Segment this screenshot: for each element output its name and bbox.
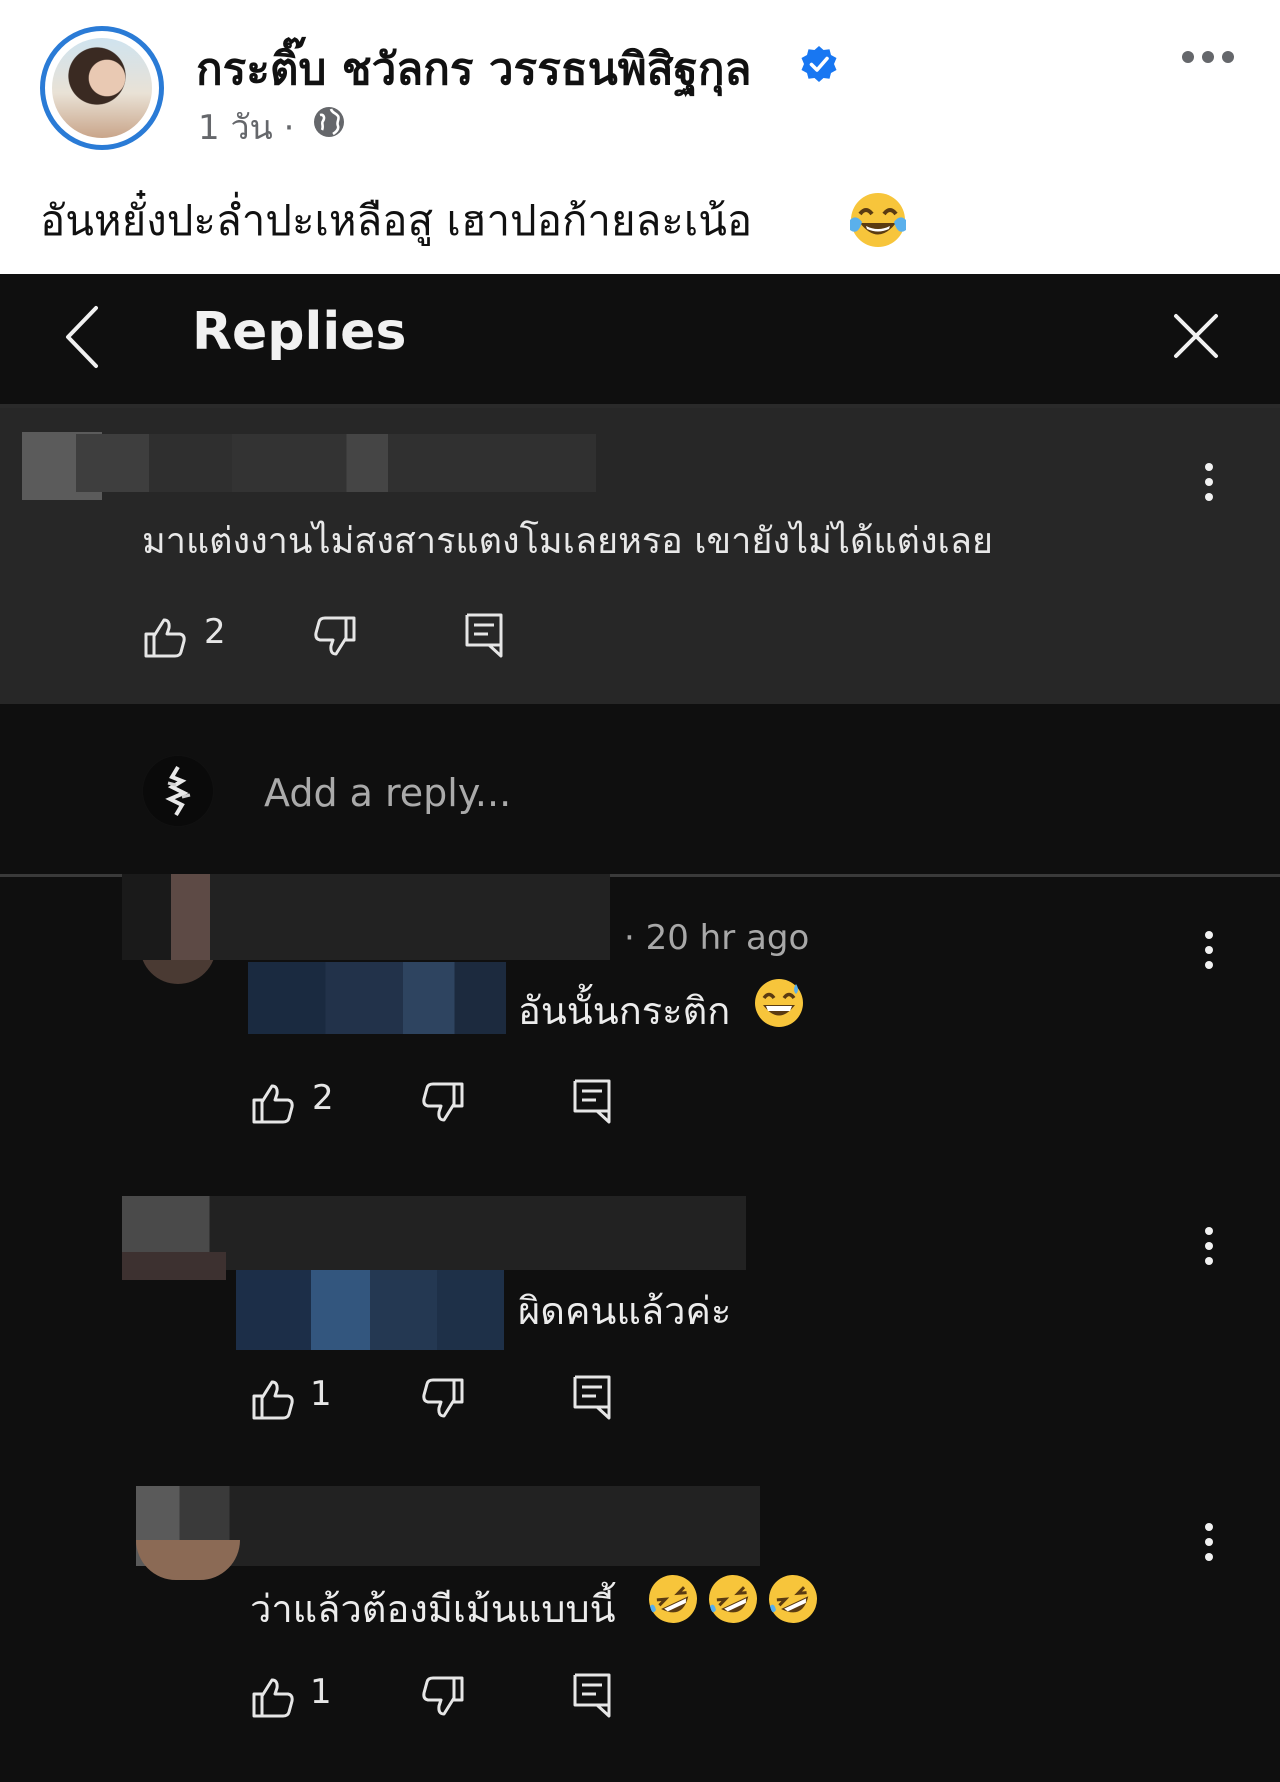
like-button[interactable]	[250, 1080, 296, 1126]
like-button[interactable]	[250, 1674, 296, 1720]
reply-avatar	[122, 1252, 226, 1280]
parent-comment-text: มาแต่งงานไม่สงสารแตงโมเลยหรอ เขายังไม่ได…	[142, 521, 993, 562]
like-button[interactable]	[142, 614, 188, 660]
censored-username	[122, 874, 610, 960]
globe-icon	[311, 104, 347, 140]
post-timestamp[interactable]: 1 วัน ·	[198, 100, 294, 154]
censored-username	[76, 434, 596, 492]
reply-timestamp: · 20 hr ago	[624, 918, 810, 958]
like-count: 1	[310, 1672, 332, 1712]
add-reply-input[interactable]	[264, 768, 864, 818]
parent-comment-menu-icon[interactable]	[1204, 462, 1214, 502]
dislike-button[interactable]	[420, 1080, 466, 1126]
verified-badge-icon	[800, 45, 838, 83]
post-more-options-icon[interactable]	[1180, 50, 1236, 64]
like-count: 1	[310, 1374, 332, 1414]
reply-comment-button[interactable]	[572, 1374, 612, 1420]
like-count: 2	[204, 612, 226, 652]
dislike-button[interactable]	[420, 1376, 466, 1422]
reply-menu-icon[interactable]	[1204, 1522, 1214, 1562]
censored-mention	[236, 1270, 504, 1350]
rolling-on-floor-laughing-icon	[646, 1572, 700, 1626]
rolling-on-floor-laughing-icon	[706, 1572, 760, 1626]
reply-menu-icon[interactable]	[1204, 1226, 1214, 1266]
face-with-tears-of-joy-icon	[846, 190, 910, 250]
reply-text: ว่าแล้วต้องมีเม้นแบบนี้	[250, 1587, 616, 1631]
replies-title: Replies	[192, 302, 407, 362]
reply-comment-button[interactable]	[572, 1672, 612, 1718]
reply-menu-icon[interactable]	[1204, 930, 1214, 970]
grinning-sweat-icon	[752, 976, 806, 1030]
like-button[interactable]	[250, 1376, 296, 1422]
my-avatar	[142, 755, 214, 827]
poster-avatar[interactable]	[52, 38, 152, 138]
reply-text: ผิดคนแล้วค่ะ	[518, 1289, 732, 1333]
reply-comment-button[interactable]	[464, 612, 504, 658]
like-count: 2	[312, 1078, 334, 1118]
dislike-button[interactable]	[312, 614, 358, 660]
poster-name[interactable]: กระติ๊บ ชวัลกร วรรธนพิสิฐกุล	[196, 34, 752, 104]
censored-mention	[248, 962, 506, 1034]
reply-comment-button[interactable]	[572, 1078, 612, 1124]
rolling-on-floor-laughing-icon	[766, 1572, 820, 1626]
back-chevron-icon[interactable]	[60, 302, 104, 372]
dislike-button[interactable]	[420, 1674, 466, 1720]
post-text: อันหยั๋งปะล่ำปะเหลือสู เฮาปอก้ายละเน้อ	[40, 196, 753, 245]
close-icon[interactable]	[1172, 312, 1220, 360]
reply-text: อันนั้นกระติก	[518, 989, 731, 1033]
